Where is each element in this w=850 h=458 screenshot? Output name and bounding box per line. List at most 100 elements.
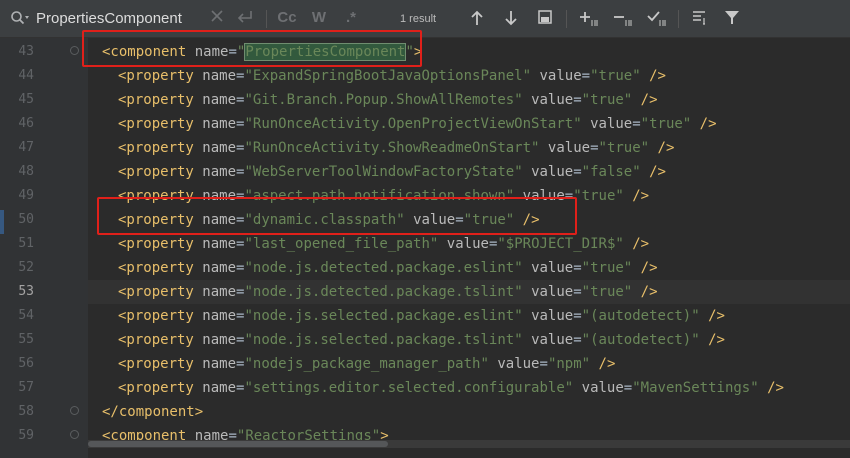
attr-value: "(autodetect)" (581, 332, 700, 348)
code-text: <property name="node.js.detected.package… (118, 260, 658, 276)
fold-marker-icon[interactable] (70, 46, 79, 55)
xml-tag: <property (118, 92, 194, 108)
xml-tag: <property (118, 380, 194, 396)
line-number: 47 (18, 140, 34, 155)
search-field[interactable] (4, 4, 216, 32)
attr-name: name (202, 380, 237, 396)
result-count: 1 result (400, 13, 437, 25)
code-line[interactable]: 45 <property name="Git.Branch.Popup.ShowA… (0, 88, 850, 112)
previous-occurrence-icon[interactable] (468, 9, 486, 27)
code-line[interactable]: 56 <property name="nodejs_package_manager… (0, 352, 850, 376)
code-text: <property name="settings.editor.selected… (118, 380, 784, 396)
code-line[interactable]: 54 <property name="node.js.selected.packa… (0, 304, 850, 328)
attr-value: "$PROJECT_DIR$" (497, 236, 624, 252)
code-text: <property name="node.js.selected.package… (118, 332, 725, 348)
attr-name: value (531, 308, 574, 324)
filter-search-results-icon[interactable] (690, 9, 710, 27)
attr-value: node.js.selected.package.eslint (252, 308, 515, 324)
line-number: 48 (18, 164, 34, 179)
attr-name: value (531, 284, 574, 300)
code-line[interactable]: 58 </component> (0, 400, 850, 424)
match-case-toggle[interactable]: Cc (276, 9, 298, 27)
clear-search-icon[interactable] (210, 9, 224, 27)
fold-marker-icon[interactable] (70, 430, 79, 439)
search-history-icon[interactable] (10, 10, 29, 26)
line-number: 44 (18, 68, 34, 83)
attr-name: value (590, 116, 633, 132)
xml-tag-close: > (194, 404, 204, 420)
xml-tag-close: /> (623, 188, 650, 204)
code-line[interactable]: 47 <property name="RunOnceActivity.ShowRe… (0, 136, 850, 160)
attr-name: name (202, 92, 237, 108)
toggle-occurrences-icon[interactable] (646, 9, 668, 27)
attr-name: name (202, 260, 237, 276)
attr-value: "true" (581, 260, 633, 276)
attr-name: name (202, 164, 237, 180)
attr-value: settings.editor.selected.configurable (252, 380, 565, 396)
words-toggle[interactable]: W (310, 9, 328, 27)
attr-name: value (531, 92, 574, 108)
attr-name: value (497, 356, 540, 372)
xml-tag-close: /> (632, 92, 658, 108)
code-text: <property name="WebServerToolWindowFacto… (118, 164, 666, 180)
xml-tag: <property (118, 164, 194, 180)
code-line[interactable]: 44 <property name="ExpandSpringBootJavaOp… (0, 64, 850, 88)
xml-tag: <property (118, 236, 194, 252)
line-number: 45 (18, 92, 34, 107)
code-line[interactable]: 52 <property name="node.js.detected.packa… (0, 256, 850, 280)
line-number: 54 (18, 308, 34, 323)
next-occurrence-icon[interactable] (502, 9, 520, 27)
attr-value: RunOnceActivity.ShowReadmeOnStart (252, 140, 532, 156)
attr-name: name (202, 308, 237, 324)
highlight-box-component (82, 30, 422, 67)
code-text: <property name="last_opened_file_path" v… (118, 236, 650, 252)
attr-value: "(autodetect)" (581, 308, 700, 324)
highlight-box-dynamic-classpath (97, 197, 577, 235)
attr-name: name (202, 332, 237, 348)
xml-tag: <property (118, 116, 194, 132)
attr-value: WebServerToolWindowFactoryState (252, 164, 515, 180)
remove-occurrence-icon[interactable] (612, 9, 634, 27)
attr-name: value (539, 68, 582, 84)
newline-icon[interactable] (234, 9, 256, 27)
line-number: 53 (18, 284, 34, 299)
xml-tag-close: /> (691, 116, 717, 132)
code-line[interactable]: 48 <property name="WebServerToolWindowFac… (0, 160, 850, 184)
scrollbar-thumb[interactable] (88, 441, 388, 447)
line-number: 43 (18, 44, 34, 59)
attr-name: value (531, 164, 574, 180)
xml-tag: <property (118, 284, 194, 300)
code-line[interactable]: 51 <property name="last_opened_file_path"… (0, 232, 850, 256)
filter-icon[interactable] (722, 9, 742, 27)
fold-marker-icon[interactable] (70, 406, 79, 415)
code-text: </component> (102, 400, 203, 424)
separator (266, 10, 267, 28)
search-input[interactable] (36, 9, 201, 27)
code-text: <property name="node.js.detected.package… (118, 284, 658, 300)
xml-tag: <property (118, 332, 194, 348)
attr-value: node.js.detected.package.tslint (252, 284, 515, 300)
attr-name: name (202, 284, 237, 300)
code-line[interactable]: 46 <property name="RunOnceActivity.OpenPr… (0, 112, 850, 136)
regex-toggle[interactable]: .* (340, 9, 362, 27)
xml-tag: <property (118, 68, 194, 84)
attr-value: "true" (581, 284, 633, 300)
attr-value: nodejs_package_manager_path (252, 356, 481, 372)
attr-name: name (202, 116, 237, 132)
code-line[interactable]: 57 <property name="settings.editor.select… (0, 376, 850, 400)
attr-value: "npm" (547, 356, 591, 372)
add-occurrence-icon[interactable] (578, 9, 600, 27)
horizontal-scrollbar[interactable] (88, 440, 850, 448)
xml-tag: <property (118, 308, 194, 324)
attr-value: "true" (590, 68, 641, 84)
line-number: 56 (18, 356, 34, 371)
code-line[interactable]: 53 <property name="node.js.detected.packa… (0, 280, 850, 304)
separator (678, 10, 679, 28)
select-all-occurrences-icon[interactable] (536, 9, 554, 27)
code-line[interactable]: 55 <property name="node.js.selected.packa… (0, 328, 850, 352)
xml-tag: <property (118, 260, 194, 276)
line-number: 50 (18, 212, 34, 227)
attr-value: node.js.selected.package.tslint (252, 332, 515, 348)
attr-value: Git.Branch.Popup.ShowAllRemotes (252, 92, 515, 108)
xml-tag-close: /> (632, 260, 658, 276)
